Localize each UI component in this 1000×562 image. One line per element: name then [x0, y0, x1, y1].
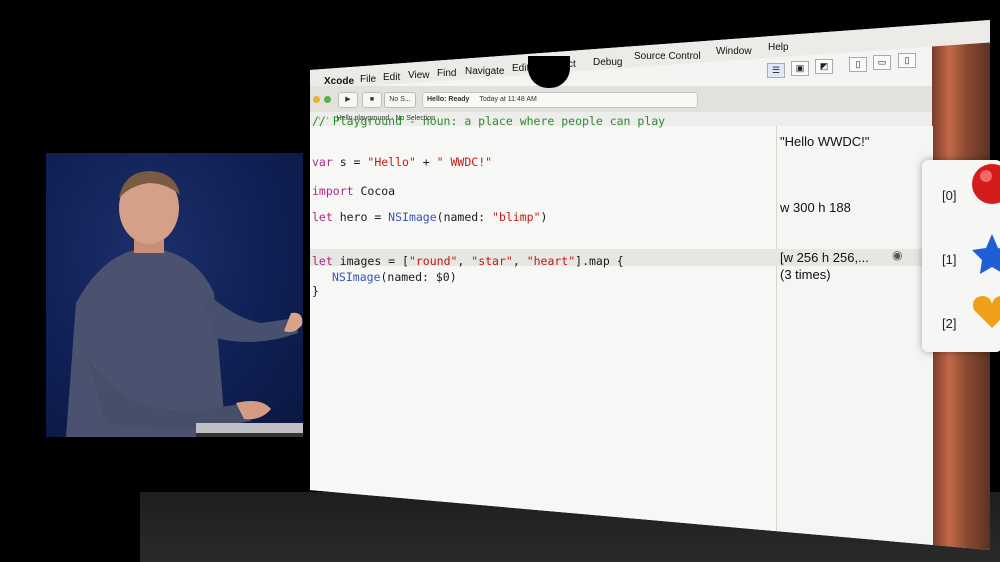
menu-source-control[interactable]: Source Control [634, 51, 701, 62]
menu-navigate[interactable]: Navigate [465, 66, 504, 77]
presenter-figure [66, 171, 303, 437]
result-times: (3 times) [780, 267, 831, 282]
minimize-light[interactable] [313, 96, 320, 103]
zoom-light[interactable] [324, 96, 331, 103]
menu-edit[interactable]: Edit [383, 72, 400, 83]
play-icon: ▶ [345, 96, 351, 103]
heart-image [973, 296, 1000, 328]
scheme-selector[interactable]: No S... [384, 92, 416, 108]
star-image [972, 234, 1000, 274]
results-sidebar [776, 126, 933, 550]
projected-screen: ▶ ■ No S... Hello: Ready Today at 11:48 … [310, 20, 990, 550]
menu-window[interactable]: Window [716, 46, 752, 57]
menu-file[interactable]: File [360, 74, 376, 85]
code-line-import: import Cocoa [312, 184, 396, 198]
stop-icon: ■ [369, 96, 375, 103]
status-time: Today at 11:48 AM [479, 96, 537, 103]
window-toolbar: ▶ ■ No S... Hello: Ready Today at 11:48 … [310, 86, 932, 113]
debug-area-icon[interactable]: ▭ [873, 55, 891, 70]
editor-assistant-icon[interactable]: ▣ [791, 61, 809, 76]
editor-standard-icon[interactable]: ☰ [767, 63, 785, 78]
menu-view[interactable]: View [408, 70, 430, 81]
code-line-close: } [312, 284, 319, 298]
popover-index-1: [1] [942, 252, 957, 267]
activity-status: Hello: Ready Today at 11:48 AM [422, 92, 698, 108]
code-line-hero: let hero = NSImage(named: "blimp") [312, 210, 548, 224]
code-line-map: NSImage(named: $0) [332, 270, 457, 284]
menu-editor[interactable]: Edit [512, 63, 529, 74]
stop-button[interactable]: ■ [362, 92, 382, 108]
eye-icon[interactable]: ◉ [892, 248, 902, 262]
code-line-images: let images = ["round", "star", "heart"].… [312, 254, 624, 268]
status-text: Hello: Ready [427, 96, 470, 103]
navigator-icon[interactable]: ▯ [849, 57, 867, 72]
result-hello: "Hello WWDC!" [780, 134, 870, 149]
code-line-var: var s = "Hello" + " WWDC!" [312, 155, 493, 169]
round-image [972, 164, 1000, 204]
menu-debug[interactable]: Debug [593, 57, 622, 68]
run-button[interactable]: ▶ [338, 92, 358, 108]
presenter-video [46, 153, 303, 437]
result-images: [w 256 h 256,... [780, 250, 869, 265]
menu-find[interactable]: Find [437, 68, 456, 79]
result-hero: w 300 h 188 [780, 200, 851, 215]
value-history-popover: [0] [1] [2] [922, 160, 1000, 352]
editor-version-icon[interactable]: ◩ [815, 59, 833, 74]
popover-index-2: [2] [942, 316, 957, 331]
menu-help[interactable]: Help [768, 42, 789, 53]
popover-index-0: [0] [942, 188, 957, 203]
code-comment: // Playground - noun: a place where peop… [312, 114, 666, 128]
utilities-icon[interactable]: ▯ [898, 53, 916, 68]
menu-xcode[interactable]: Xcode [324, 76, 354, 87]
